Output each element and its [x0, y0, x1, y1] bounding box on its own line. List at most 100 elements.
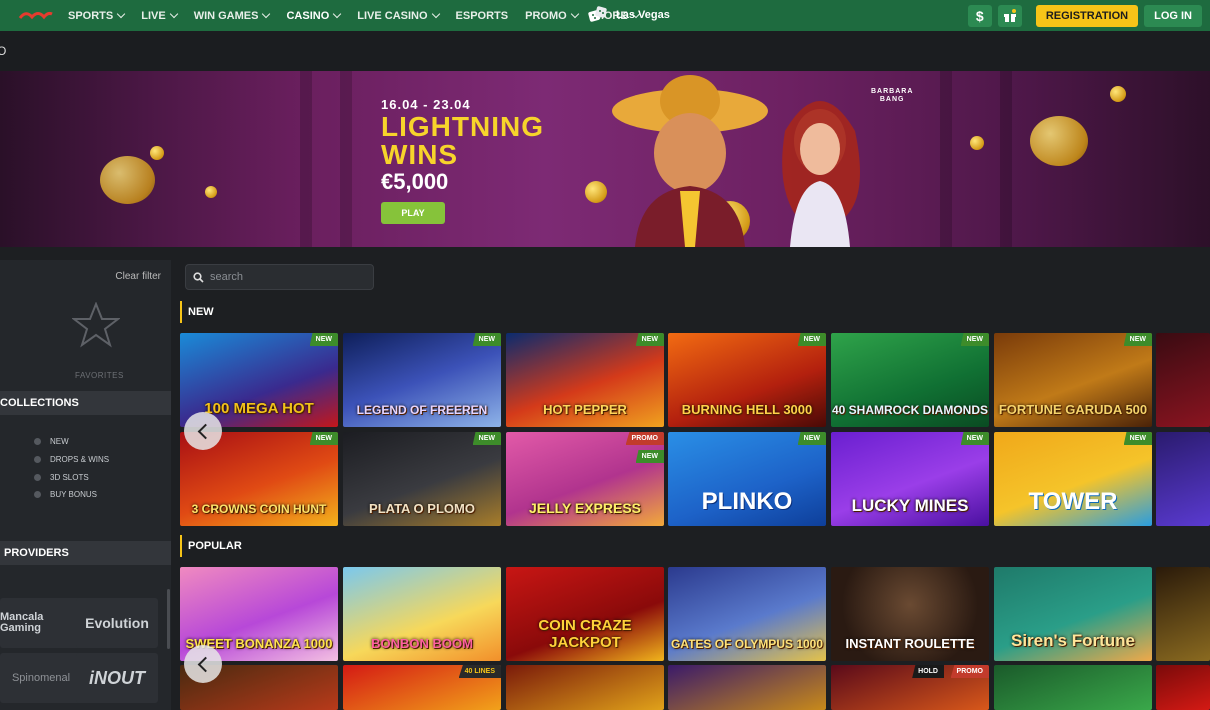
game-tile-partial[interactable]: [668, 665, 826, 710]
collection-item-3d-slots[interactable]: 3D SLOTS: [34, 473, 89, 482]
game-title: BURNING HELL 3000: [681, 402, 813, 417]
curtain-fold: [1000, 71, 1012, 247]
game-tile[interactable]: GATES OF OLYMPUS 1000: [668, 567, 826, 661]
game-title: JELLY EXPRESS: [528, 500, 642, 516]
section-label: PROVIDERS: [4, 547, 69, 559]
provider-evolution[interactable]: Evolution: [76, 598, 158, 648]
chevron-left-icon: [197, 656, 213, 672]
section-label: POPULAR: [188, 540, 242, 552]
search-icon: [193, 271, 204, 283]
chevron-down-icon: [333, 9, 342, 19]
collection-item-new[interactable]: NEW: [34, 437, 69, 446]
new-badge: NEW: [1123, 333, 1152, 346]
collection-label: 3D SLOTS: [50, 473, 89, 482]
promo-badge: PROMO: [625, 432, 664, 445]
game-title: PLINKO: [701, 488, 793, 515]
breadcrumb-text: O: [0, 44, 7, 58]
game-tile-partial[interactable]: [506, 665, 664, 710]
radio-dot: [34, 491, 41, 498]
nav-live[interactable]: LIVE: [141, 10, 178, 22]
game-tile[interactable]: COIN CRAZE JACKPOT: [506, 567, 664, 661]
game-tile-partial[interactable]: [1156, 432, 1210, 526]
brand-logo[interactable]: [18, 8, 54, 22]
game-title: COIN CRAZE JACKPOT: [538, 617, 632, 651]
nav-label: CASINO: [286, 9, 330, 22]
nav-esports[interactable]: ESPORTS: [456, 10, 509, 22]
new-badge: NEW: [635, 333, 664, 346]
nav-sports[interactable]: SPORTS: [68, 10, 126, 22]
game-tile[interactable]: TOWER NEW: [994, 432, 1152, 526]
collection-item-drops-wins[interactable]: DROPS & WINS: [34, 455, 109, 464]
las-vegas-link[interactable]: Las Vegas: [588, 6, 670, 24]
filter-sidebar: Clear filter FAVORITES COLLECTIONS NEW D…: [0, 260, 171, 710]
nav-win-games[interactable]: WIN GAMES: [194, 9, 271, 22]
nav-promo[interactable]: PROMO: [525, 9, 579, 22]
deposit-button[interactable]: $: [967, 4, 992, 27]
gift-icon: [1003, 8, 1016, 22]
game-title: 40 SHAMROCK DIAMONDS: [831, 403, 988, 417]
game-tile-partial[interactable]: HOLD PROMO: [831, 665, 989, 710]
new-badge: NEW: [1123, 432, 1152, 445]
game-tile[interactable]: BONBON BOOM: [343, 567, 501, 661]
chevron-down-icon: [262, 9, 271, 19]
registration-button[interactable]: REGISTRATION: [1035, 4, 1139, 27]
star-icon[interactable]: [72, 302, 120, 348]
provider-spinomenal[interactable]: Spinomenal: [0, 653, 82, 703]
radio-dot: [34, 438, 41, 445]
game-tile[interactable]: PLATA O PLOMO NEW: [343, 432, 501, 526]
promo-banner[interactable]: 16.04 - 23.04 LIGHTNING WINS €5,000 PLAY…: [0, 71, 1210, 247]
game-tile[interactable]: HOT PEPPER NEW: [506, 333, 664, 427]
game-tile-partial[interactable]: [1156, 665, 1210, 710]
coin-decoration: [1030, 116, 1088, 166]
game-tile[interactable]: INSTANT ROULETTE: [831, 567, 989, 661]
collection-item-buy-bonus[interactable]: BUY BONUS: [34, 490, 97, 499]
nav-live-casino[interactable]: LIVE CASINO: [357, 9, 440, 22]
new-badge: NEW: [960, 333, 989, 346]
game-title: LUCKY MINES: [851, 496, 969, 515]
coin-decoration: [1110, 86, 1126, 102]
banner-play-button[interactable]: PLAY: [381, 202, 445, 224]
chevron-down-icon: [570, 9, 579, 19]
login-button[interactable]: LOG IN: [1144, 4, 1202, 27]
banner-title: LIGHTNING WINS: [381, 113, 544, 169]
carousel-prev-button[interactable]: [184, 412, 222, 450]
providers-header[interactable]: PROVIDERS: [0, 541, 171, 565]
game-title: Siren's Fortune: [1010, 631, 1135, 650]
game-title: TOWER: [1028, 488, 1118, 515]
new-badge: NEW: [472, 333, 501, 346]
carousel-prev-button[interactable]: [184, 645, 222, 683]
new-badge: NEW: [797, 333, 826, 346]
nav-label: LIVE CASINO: [357, 9, 428, 22]
curtain-fold: [940, 71, 952, 247]
game-tile-partial[interactable]: 40 LINES: [343, 665, 501, 710]
nav-casino[interactable]: CASINO: [286, 9, 342, 22]
las-vegas-label: Las Vegas: [616, 9, 670, 21]
gift-button[interactable]: [997, 4, 1022, 27]
curtain-fold: [340, 71, 352, 247]
provider-inout[interactable]: iNOUT: [76, 653, 158, 703]
search-field[interactable]: search: [185, 264, 374, 290]
game-tile[interactable]: LEGEND OF FREEREN NEW: [343, 333, 501, 427]
game-tile[interactable]: PLINKO NEW: [668, 432, 826, 526]
game-tile[interactable]: FORTUNE GARUDA 500 NEW: [994, 333, 1152, 427]
brand-line: BANG: [879, 96, 905, 103]
collections-header[interactable]: COLLECTIONS: [0, 391, 171, 415]
banner-title-line: WINS: [381, 139, 459, 170]
game-tile[interactable]: JELLY EXPRESS PROMO NEW: [506, 432, 664, 526]
game-tile[interactable]: Siren's Fortune: [994, 567, 1152, 661]
game-title: GATES OF OLYMPUS 1000: [670, 637, 824, 651]
game-tile[interactable]: BURNING HELL 3000 NEW: [668, 333, 826, 427]
game-tile-partial[interactable]: [1156, 333, 1210, 427]
dice-icon: [588, 6, 607, 22]
collection-label: NEW: [50, 437, 69, 446]
clear-filter-link[interactable]: Clear filter: [115, 271, 161, 282]
game-title: INSTANT ROULETTE: [845, 636, 975, 651]
game-tile[interactable]: 40 SHAMROCK DIAMONDS NEW: [831, 333, 989, 427]
favorites-label: FAVORITES: [75, 371, 124, 380]
game-tile-partial[interactable]: [1156, 567, 1210, 661]
sidebar-scrollbar[interactable]: [167, 589, 170, 649]
game-tile[interactable]: LUCKY MINES NEW: [831, 432, 989, 526]
game-tile-partial[interactable]: [994, 665, 1152, 710]
provider-mancala[interactable]: Mancala Gaming: [0, 598, 82, 648]
radio-dot: [34, 456, 41, 463]
